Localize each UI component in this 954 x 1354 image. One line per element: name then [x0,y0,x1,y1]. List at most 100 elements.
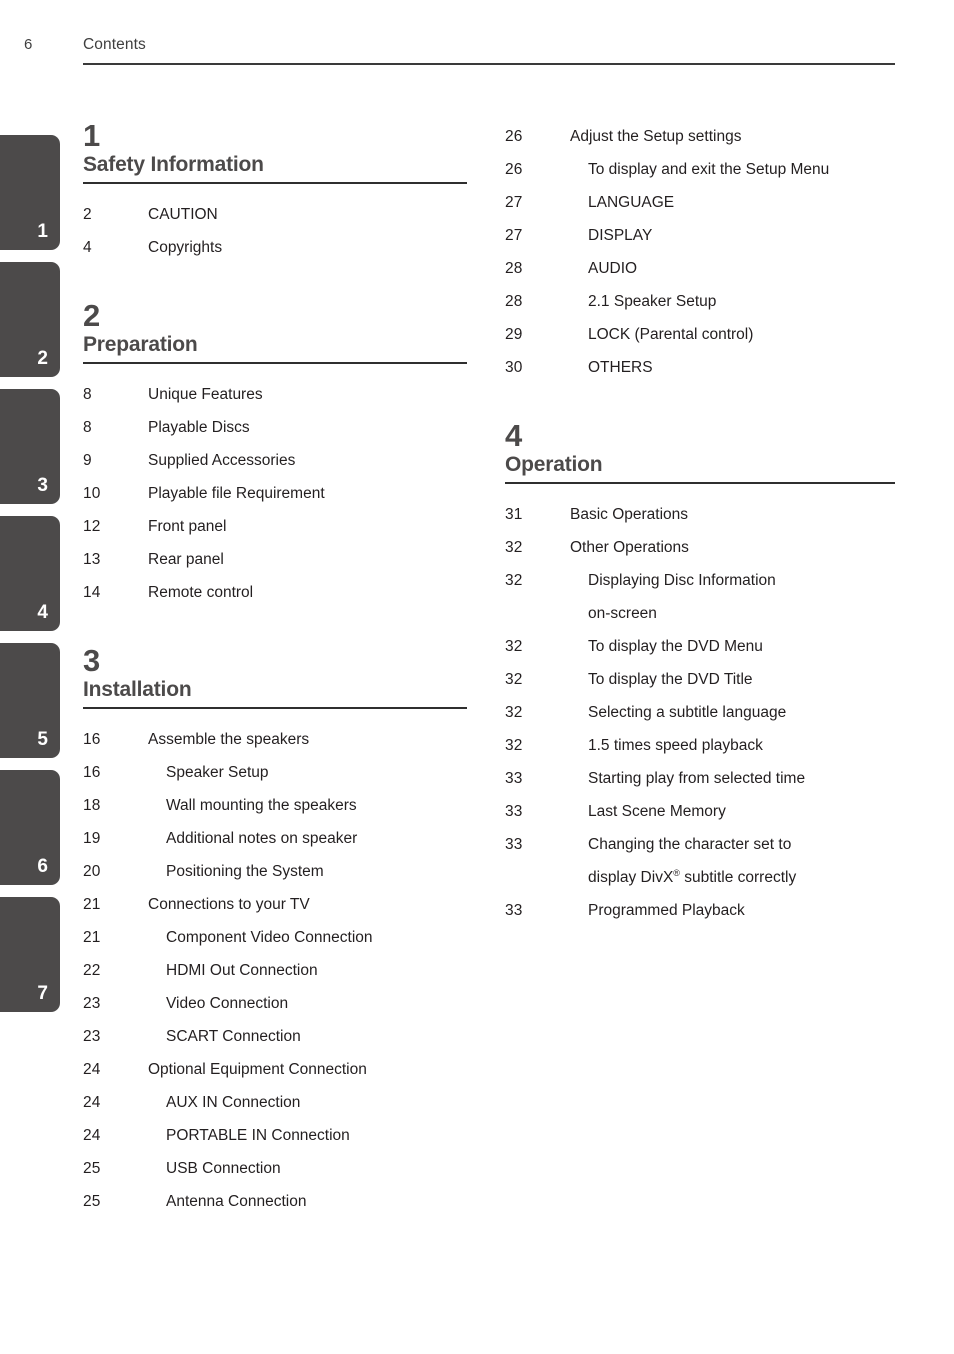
toc-entry[interactable]: 21 Connections to your TV [83,888,475,921]
toc-entry-label: To display the DVD Title [570,663,897,696]
toc-entry-page: 23 [83,995,101,1012]
toc-entry-label-line1: To display the DVD Menu [588,638,763,655]
toc-entry-label-line1: 1.5 times speed playback [588,737,763,754]
toc-entry[interactable]: 8 Playable Discs [83,411,475,444]
toc-section: 3 Installation 16 Assemble the speakers 16 Sp… [83,645,475,1218]
toc-entry-label-line1: OTHERS [588,359,653,376]
toc-section: 4 Operation 31 Basic Operations 32 Other Oper… [505,420,897,927]
toc-entry[interactable]: 24 PORTABLE IN Connection [83,1119,475,1152]
side-tab-7[interactable]: 7 [0,897,60,1012]
toc-entry-label-line1: Additional notes on speaker [166,830,358,847]
toc-entry[interactable]: 12 Front panel [83,510,475,543]
side-tab-label: 1 [37,221,48,242]
toc-entry[interactable]: 18 Wall mounting the speakers [83,789,475,822]
toc-entry[interactable]: 33 Starting play from selected time [505,762,897,795]
toc-entry[interactable]: 32 1.5 times speed playback [505,729,897,762]
toc-entry[interactable]: 30 OTHERS [505,351,897,384]
toc-entry-label-line1: Playable file Requirement [148,485,325,502]
toc-entry[interactable]: 2 CAUTION [83,198,475,231]
side-tab-4[interactable]: 4 [0,516,60,631]
toc-entry[interactable]: 20 Positioning the System [83,855,475,888]
toc-entry[interactable]: 32 Displaying Disc Information on-screen [505,564,897,630]
toc-entry[interactable]: 9 Supplied Accessories [83,444,475,477]
toc-entry[interactable]: 4 Copyrights [83,231,475,264]
section-number: 3 [83,643,100,678]
toc-entry-label-line1: Other Operations [570,539,689,556]
toc-entry[interactable]: 32 Selecting a subtitle language [505,696,897,729]
toc-entry-label: Supplied Accessories [148,444,475,477]
toc-entry[interactable]: 25 USB Connection [83,1152,475,1185]
toc-entry-label-line1: To display and exit the Setup Menu [588,161,830,178]
toc-entry-page: 13 [83,551,101,568]
toc-entry[interactable]: 22 HDMI Out Connection [83,954,475,987]
toc-section: 1 Safety Information 2 CAUTION 4 Copyrights [83,120,475,264]
toc-entry-label: Displaying Disc Information on-screen [570,564,897,630]
toc-entry-label: Remote control [148,576,475,609]
section-number: 1 [83,118,100,153]
toc-entry-label-line1: Adjust the Setup settings [570,128,742,145]
toc-column-right: 26 Adjust the Setup settings 26 To display … [505,120,897,927]
toc-entry[interactable]: 13 Rear panel [83,543,475,576]
side-tab-label: 4 [37,602,48,623]
toc-entry-label-line1: 2.1 Speaker Setup [588,293,717,310]
toc-entry[interactable]: 24 Optional Equipment Connection [83,1053,475,1086]
toc-entry-list: 16 Assemble the speakers 16 Speaker Setup 18… [83,723,475,1218]
toc-entry[interactable]: 23 SCART Connection [83,1020,475,1053]
toc-entry[interactable]: 28 AUDIO [505,252,897,285]
toc-entry[interactable]: 25 Antenna Connection [83,1185,475,1218]
toc-entry-page: 20 [83,863,101,880]
toc-entry[interactable]: 23 Video Connection [83,987,475,1020]
toc-column-left: 1 Safety Information 2 CAUTION 4 Copyrights 2 P… [83,120,475,1218]
toc-entry-label: Basic Operations [570,498,897,531]
toc-entry-label-line1: Supplied Accessories [148,452,296,469]
toc-section: 26 Adjust the Setup settings 26 To display … [505,120,897,384]
toc-entry[interactable]: 27 LANGUAGE [505,186,897,219]
toc-entry[interactable]: 14 Remote control [83,576,475,609]
toc-entry[interactable]: 8 Unique Features [83,378,475,411]
toc-entry[interactable]: 33 Programmed Playback [505,894,897,927]
toc-entry-page: 32 [505,737,523,754]
toc-entry-label: Last Scene Memory [570,795,897,828]
toc-entry-label-line1: Selecting a subtitle language [588,704,787,721]
toc-entry[interactable]: 31 Basic Operations [505,498,897,531]
page-header: 6 Contents [0,0,954,70]
toc-entry[interactable]: 26 Adjust the Setup settings [505,120,897,153]
toc-entry-label-line1: Antenna Connection [166,1193,307,1210]
toc-entry-label: Rear panel [148,543,475,576]
toc-entry[interactable]: 33 Last Scene Memory [505,795,897,828]
side-tab-1[interactable]: 1 [0,135,60,250]
toc-entry-label-line1: Displaying Disc Information [588,572,776,589]
toc-entry[interactable]: 28 2.1 Speaker Setup [505,285,897,318]
toc-entry[interactable]: 32 To display the DVD Title [505,663,897,696]
toc-entry-label: To display and exit the Setup Menu [570,153,897,186]
side-tab-3[interactable]: 3 [0,389,60,504]
side-tab-5[interactable]: 5 [0,643,60,758]
toc-entry[interactable]: 33 Changing the character set to display D… [505,828,897,894]
side-tab-rail: 1 2 3 4 5 6 7 [0,135,60,1024]
toc-entry[interactable]: 16 Assemble the speakers [83,723,475,756]
toc-entry-label: LANGUAGE [570,186,897,219]
toc-entry-label-line1: Speaker Setup [166,764,269,781]
toc-entry-list: 8 Unique Features 8 Playable Discs 9 Supplied… [83,378,475,609]
toc-entry-page: 16 [83,731,101,748]
toc-entry-label: Connections to your TV [148,888,475,921]
toc-entry[interactable]: 32 To display the DVD Menu [505,630,897,663]
toc-entry[interactable]: 29 LOCK (Parental control) [505,318,897,351]
toc-entry[interactable]: 27 DISPLAY [505,219,897,252]
toc-entry-label: Playable Discs [148,411,475,444]
section-divider [83,707,467,709]
side-tab-2[interactable]: 2 [0,262,60,377]
toc-entry[interactable]: 10 Playable file Requirement [83,477,475,510]
toc-entry[interactable]: 21 Component Video Connection [83,921,475,954]
toc-entry[interactable]: 16 Speaker Setup [83,756,475,789]
toc-entry-label: USB Connection [148,1152,475,1185]
toc-entry[interactable]: 32 Other Operations [505,531,897,564]
side-tab-6[interactable]: 6 [0,770,60,885]
section-divider [505,482,895,484]
toc-entry-label: Starting play from selected time [570,762,897,795]
toc-entry[interactable]: 19 Additional notes on speaker [83,822,475,855]
toc-entry[interactable]: 26 To display and exit the Setup Menu [505,153,897,186]
toc-entry-label-line1: Wall mounting the speakers [166,797,357,814]
toc-entry[interactable]: 24 AUX IN Connection [83,1086,475,1119]
